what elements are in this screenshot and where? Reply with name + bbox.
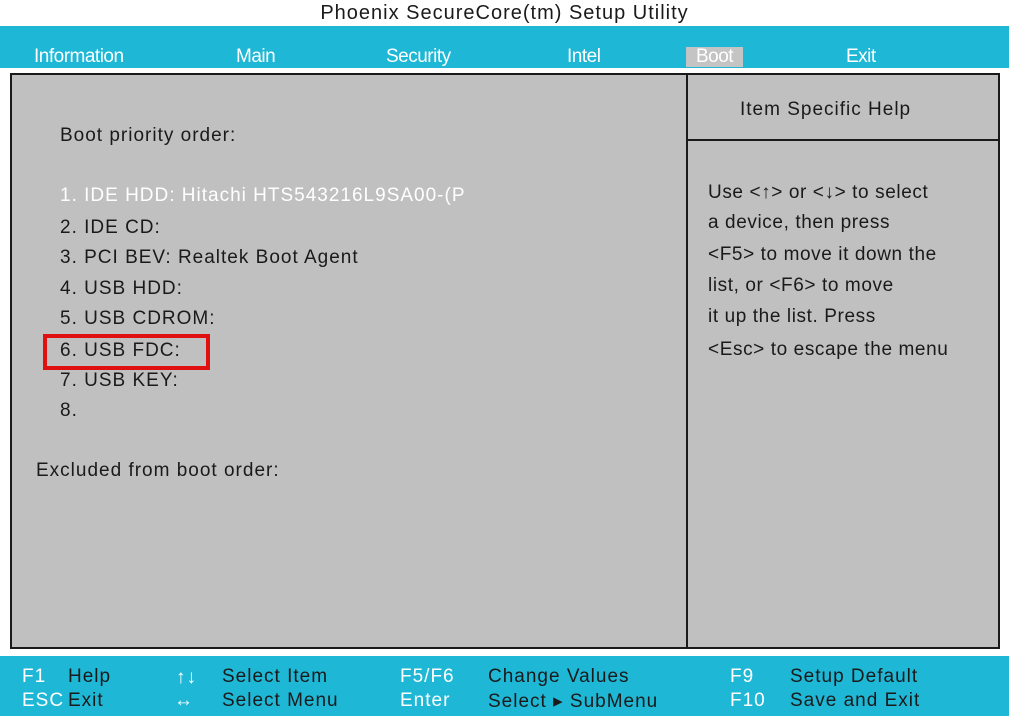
boot-priority-heading: Boot priority order:: [60, 125, 237, 146]
boot-item-4[interactable]: 4. USB HDD:: [60, 278, 183, 300]
boot-item-3[interactable]: 3. PCI BEV: Realtek Boot Agent: [60, 247, 359, 269]
select-item-label: Select Item: [222, 666, 329, 687]
enter-key: Enter: [400, 690, 451, 711]
setup-default-label: Setup Default: [790, 666, 919, 687]
tab-information[interactable]: Information: [34, 47, 124, 67]
select-menu-label: Select Menu: [222, 690, 339, 711]
panel-divider: [686, 75, 688, 647]
select-submenu-label: Select ▸ SubMenu: [488, 691, 659, 712]
boot-item-5[interactable]: 5. USB CDROM:: [60, 308, 216, 330]
help-line: <F5> to move it down the: [708, 244, 937, 265]
boot-item-8[interactable]: 8.: [60, 400, 78, 422]
left-right-arrows-icon: ↔: [174, 690, 194, 711]
tab-exit[interactable]: Exit: [846, 47, 876, 67]
f5-f6-key: F5/F6: [400, 666, 455, 687]
help-divider: [688, 139, 998, 141]
f9-key: F9: [730, 666, 755, 687]
boot-item-1[interactable]: 1. IDE HDD: Hitachi HTS543216L9SA00-(P: [60, 185, 466, 207]
f1-key: F1: [22, 666, 47, 687]
up-down-arrows-icon: ↑↓: [176, 667, 197, 688]
help-title: Item Specific Help: [740, 99, 912, 120]
esc-exit-label: Exit: [68, 690, 104, 711]
save-and-exit-label: Save and Exit: [790, 690, 921, 711]
f10-key: F10: [730, 690, 766, 711]
tab-security[interactable]: Security: [386, 47, 451, 67]
help-line: it up the list. Press: [708, 306, 876, 327]
excluded-heading: Excluded from boot order:: [36, 460, 280, 481]
f1-help-label: Help: [68, 666, 112, 687]
help-line: a device, then press: [708, 212, 891, 233]
change-values-label: Change Values: [488, 666, 630, 687]
boot-item-2[interactable]: 2. IDE CD:: [60, 217, 161, 239]
help-line: <Esc> to escape the menu: [708, 339, 949, 360]
window-title: Phoenix SecureCore(tm) Setup Utility: [0, 0, 1009, 24]
tab-main[interactable]: Main: [236, 47, 276, 67]
tab-boot[interactable]: Boot: [686, 47, 744, 67]
annotation-highlight-box: [43, 334, 210, 370]
boot-item-7[interactable]: 7. USB KEY:: [60, 370, 179, 392]
esc-key: ESC: [22, 690, 65, 711]
help-line: Use <↑> or <↓> to select: [708, 182, 929, 203]
tab-intel[interactable]: Intel: [567, 47, 601, 67]
help-line: list, or <F6> to move: [708, 275, 894, 296]
